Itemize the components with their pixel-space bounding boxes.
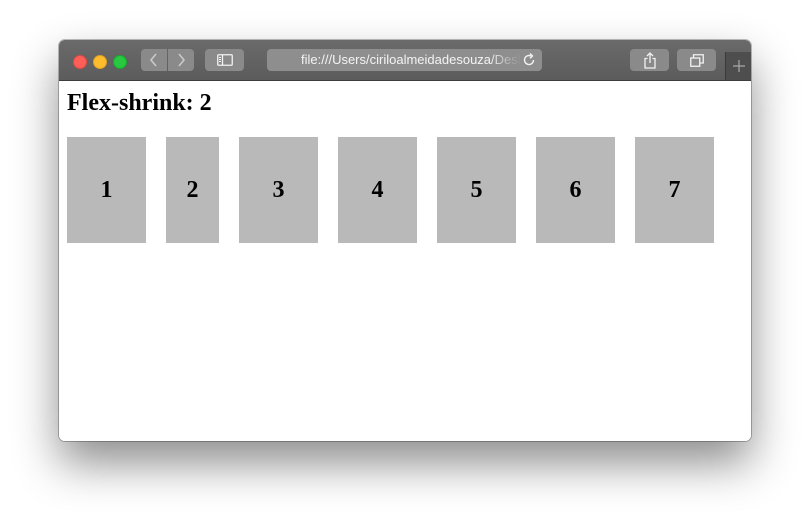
flex-item-4: 4 xyxy=(338,137,417,243)
page-heading: Flex-shrink: 2 xyxy=(67,90,212,116)
sidebar-icon xyxy=(216,54,233,66)
new-tab-button[interactable] xyxy=(725,52,751,80)
browser-window: file:///Users/ciriloalmeidadesouza/Deskt… xyxy=(59,40,751,441)
flex-item-3: 3 xyxy=(239,137,318,243)
show-tabs-button[interactable] xyxy=(677,49,716,71)
page-content: Flex-shrink: 2 1 2 3 4 5 6 7 xyxy=(59,81,751,441)
plus-icon xyxy=(733,60,745,72)
browser-toolbar: file:///Users/ciriloalmeidadesouza/Deskt… xyxy=(59,40,751,81)
share-button[interactable] xyxy=(630,49,669,71)
flex-item-6: 6 xyxy=(536,137,615,243)
minimize-window-button[interactable] xyxy=(93,55,107,69)
chevron-left-icon xyxy=(149,53,157,67)
url-text[interactable]: file:///Users/ciriloalmeidadesouza/Deskt… xyxy=(301,49,521,71)
maximize-window-button[interactable] xyxy=(113,55,127,69)
close-window-button[interactable] xyxy=(73,55,87,69)
reload-icon[interactable] xyxy=(521,52,537,68)
address-bar[interactable]: file:///Users/ciriloalmeidadesouza/Deskt… xyxy=(267,49,542,71)
flex-item-5: 5 xyxy=(437,137,516,243)
chevron-right-icon xyxy=(178,53,186,67)
back-button[interactable] xyxy=(141,49,167,71)
flex-container: 1 2 3 4 5 6 7 xyxy=(67,137,743,243)
forward-button[interactable] xyxy=(168,49,194,71)
share-icon xyxy=(643,51,656,69)
tabs-icon xyxy=(689,53,704,67)
sidebar-button[interactable] xyxy=(205,49,244,71)
flex-item-7: 7 xyxy=(635,137,714,243)
flex-item-2: 2 xyxy=(166,137,219,243)
flex-item-1: 1 xyxy=(67,137,146,243)
